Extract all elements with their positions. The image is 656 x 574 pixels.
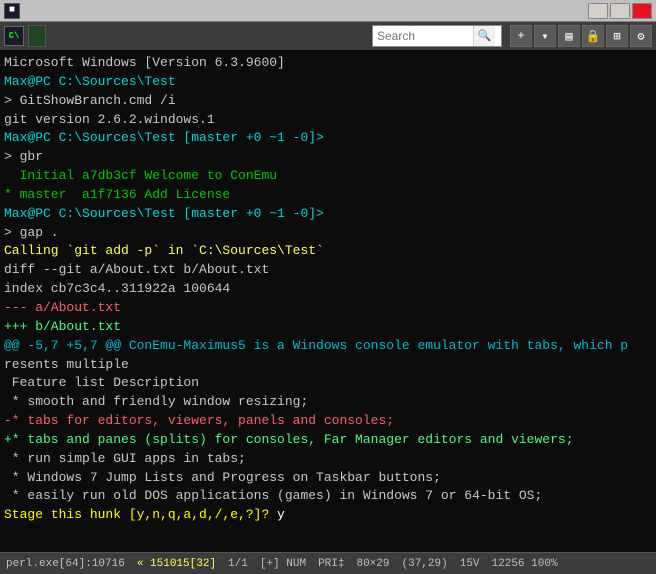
search-input[interactable] — [373, 29, 473, 43]
status-item: [+] NUM — [260, 558, 306, 570]
terminal-line: diff --git a/About.txt b/About.txt — [4, 261, 652, 280]
terminal-line: resents multiple — [4, 356, 652, 375]
terminal-line: > GitShowBranch.cmd /i — [4, 92, 652, 111]
search-button[interactable]: 🔍 — [473, 26, 495, 46]
dropdown-button[interactable]: ▾ — [534, 25, 556, 47]
search-box[interactable]: 🔍 — [372, 25, 502, 47]
terminal-line: Stage this hunk [y,n,q,a,d,/,e,?]? y — [4, 506, 652, 525]
title-bar: ■ — [0, 0, 656, 22]
terminal-line: Max@PC C:\Sources\Test [master +0 ~1 -0]… — [4, 205, 652, 224]
terminal-line: > gap . — [4, 224, 652, 243]
split-button[interactable]: ▤ — [558, 25, 580, 47]
toolbar-right: + ▾ ▤ 🔒 ⊞ ⚙ — [510, 25, 652, 47]
status-item: perl.exe[64]:10716 — [6, 558, 125, 570]
terminal-line: > gbr — [4, 148, 652, 167]
settings-button[interactable]: ⚙ — [630, 25, 652, 47]
title-bar-left: ■ — [4, 3, 24, 19]
status-item: 12256 100% — [492, 558, 558, 570]
terminal-line: -* tabs for editors, viewers, panels and… — [4, 412, 652, 431]
status-item: 15V — [460, 558, 480, 570]
terminal-line: * run simple GUI apps in tabs; — [4, 450, 652, 469]
terminal-line: @@ -5,7 +5,7 @@ ConEmu-Maximus5 is a Win… — [4, 337, 652, 356]
terminal-line: index cb7c3c4..311922a 100644 — [4, 280, 652, 299]
shell-icon: C\ — [4, 26, 24, 46]
terminal-line: * Windows 7 Jump Lists and Progress on T… — [4, 469, 652, 488]
new-tab-button[interactable]: + — [510, 25, 532, 47]
terminal-line: git version 2.6.2.windows.1 — [4, 111, 652, 130]
terminal-line: Feature list Description — [4, 374, 652, 393]
tab-bar: C\ 🔍 + ▾ ▤ 🔒 ⊞ ⚙ — [0, 22, 656, 50]
status-bar: perl.exe[64]:10716 « 151015[32] 1/1 [+] NUM… — [0, 552, 656, 574]
terminal-line: Initial a7db3cf Welcome to ConEmu — [4, 167, 652, 186]
terminal-line: Microsoft Windows [Version 6.3.9600] — [4, 54, 652, 73]
terminal-line: +++ b/About.txt — [4, 318, 652, 337]
window-controls — [588, 3, 652, 19]
close-button[interactable] — [632, 3, 652, 19]
terminal-line: +* tabs and panes (splits) for consoles,… — [4, 431, 652, 450]
app-icon: ■ — [4, 3, 20, 19]
terminal-line: * master a1f7136 Add License — [4, 186, 652, 205]
terminal-line: Calling `git add -p` in `C:\Sources\Test… — [4, 242, 652, 261]
status-item: « 151015[32] — [137, 558, 216, 570]
terminal-line: --- a/About.txt — [4, 299, 652, 318]
terminal-area[interactable]: Microsoft Windows [Version 6.3.9600]Max@… — [0, 50, 656, 552]
terminal-line: * easily run old DOS applications (games… — [4, 487, 652, 506]
status-item: 80×29 — [356, 558, 389, 570]
status-item: (37,29) — [402, 558, 448, 570]
terminal-line: Max@PC C:\Sources\Test [master +0 ~1 -0]… — [4, 129, 652, 148]
lock-button[interactable]: 🔒 — [582, 25, 604, 47]
grid-button[interactable]: ⊞ — [606, 25, 628, 47]
status-item: 1/1 — [228, 558, 248, 570]
minimize-button[interactable] — [588, 3, 608, 19]
terminal-line: Max@PC C:\Sources\Test — [4, 73, 652, 92]
maximize-button[interactable] — [610, 3, 630, 19]
terminal-line: * smooth and friendly window resizing; — [4, 393, 652, 412]
status-item: PRI‡ — [318, 558, 344, 570]
tab-cmd[interactable] — [28, 25, 46, 47]
